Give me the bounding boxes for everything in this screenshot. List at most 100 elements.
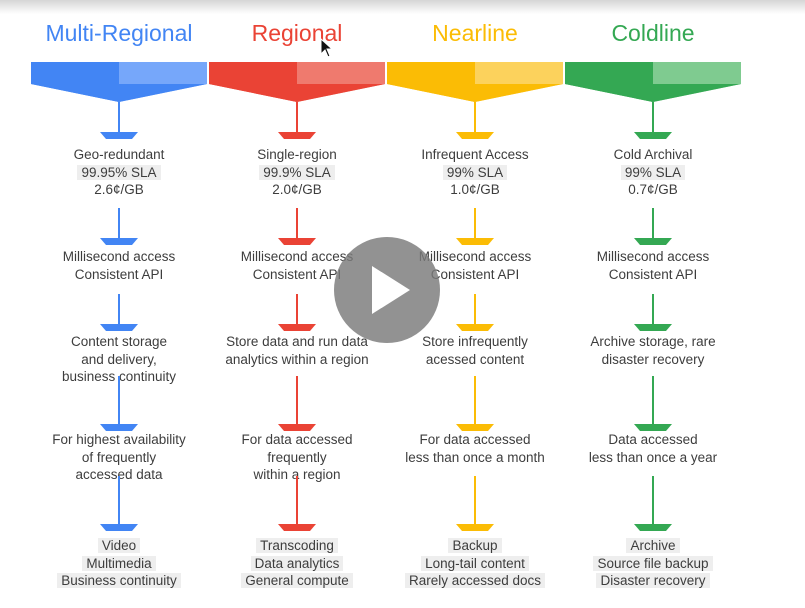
text-line-label: Source file backup bbox=[593, 555, 713, 571]
funnel-stem-bar bbox=[634, 132, 672, 139]
text-line: 99% SLA bbox=[380, 164, 570, 182]
text-line: Data analytics bbox=[202, 555, 392, 573]
text-line-label: Multimedia bbox=[82, 555, 156, 571]
text-line-label: Geo-redundant bbox=[73, 147, 165, 162]
text-line-label: For highest availability bbox=[52, 432, 186, 447]
text-line: Archive storage, rare bbox=[558, 333, 748, 351]
connector-bar bbox=[278, 424, 316, 431]
connector-bar bbox=[100, 324, 138, 331]
connector-bar bbox=[278, 238, 316, 245]
connector-arrow bbox=[100, 476, 138, 531]
column-title: Regional bbox=[251, 20, 343, 46]
play-icon bbox=[372, 266, 410, 314]
text-line-label: 0.7¢/GB bbox=[628, 182, 678, 197]
column-title: Multi-Regional bbox=[45, 20, 193, 46]
text-block-1: Infrequent Access 99% SLA 1.0¢/GB bbox=[380, 146, 570, 199]
text-line: analytics within a region bbox=[202, 351, 392, 369]
text-line-label: Archive bbox=[626, 538, 680, 553]
connector-arrow bbox=[634, 294, 672, 331]
text-line-label: 99% SLA bbox=[620, 164, 686, 180]
text-block-2: Millisecond access Consistent API bbox=[558, 248, 748, 283]
text-line: Consistent API bbox=[558, 266, 748, 284]
text-line-label: Consistent API bbox=[608, 266, 698, 282]
funnel-tip bbox=[31, 84, 207, 102]
text-line-label: Long-tail content bbox=[421, 555, 529, 571]
text-line-label: Millisecond access bbox=[62, 249, 176, 264]
text-block-4: Data accessed less than once a year bbox=[558, 431, 748, 466]
text-line: For highest availability bbox=[24, 431, 214, 449]
text-line-label: Millisecond access bbox=[240, 249, 354, 264]
video-play-button[interactable] bbox=[334, 237, 440, 343]
text-line: Consistent API bbox=[24, 266, 214, 284]
text-line: For data accessed bbox=[202, 431, 392, 449]
column-multi-regional: Multi-Regional Geo-redundant 99.95% SLA 2.6… bbox=[24, 0, 214, 608]
text-line-label: General compute bbox=[241, 573, 353, 588]
text-block-1: Geo-redundant 99.95% SLA 2.6¢/GB bbox=[24, 146, 214, 199]
text-line: Disaster recovery bbox=[558, 572, 748, 590]
text-line-label: 1.0¢/GB bbox=[450, 182, 500, 197]
text-line: Transcoding bbox=[202, 537, 392, 555]
text-line-label: Transcoding bbox=[256, 538, 338, 553]
column-coldline: Coldline Cold Archival 99% SLA 0.7¢/GB Milli… bbox=[558, 0, 748, 608]
connector-arrow bbox=[456, 376, 494, 431]
text-line: General compute bbox=[202, 572, 392, 590]
text-line: less than once a month bbox=[380, 449, 570, 467]
text-line: Content storage bbox=[24, 333, 214, 351]
text-line-label: Video bbox=[97, 538, 141, 553]
funnel-tip bbox=[209, 84, 385, 102]
connector-bar bbox=[634, 238, 672, 245]
text-line: Millisecond access bbox=[24, 248, 214, 266]
text-line: Multimedia bbox=[24, 555, 214, 573]
text-line: Long-tail content bbox=[380, 555, 570, 573]
text-line-label: 99.95% SLA bbox=[77, 164, 161, 180]
text-block-3: Archive storage, rare disaster recovery bbox=[558, 333, 748, 368]
connector-bar bbox=[634, 324, 672, 331]
text-line: 99% SLA bbox=[558, 164, 748, 182]
text-line: Backup bbox=[380, 537, 570, 555]
text-line: frequently bbox=[202, 449, 392, 467]
text-line-label: less than once a month bbox=[405, 449, 545, 465]
text-block-5: Archive Source file backup Disaster recove… bbox=[558, 537, 748, 590]
connector-arrow bbox=[634, 376, 672, 431]
text-block-1: Single-region 99.9% SLA 2.0¢/GB bbox=[202, 146, 392, 199]
funnel-stem-bar bbox=[100, 132, 138, 139]
text-line-label: less than once a year bbox=[588, 449, 718, 465]
text-line-label: of frequently bbox=[81, 449, 157, 465]
text-line: less than once a year bbox=[558, 449, 748, 467]
text-line-label: Data analytics bbox=[250, 555, 344, 571]
connector-arrow bbox=[634, 208, 672, 245]
text-line: 2.0¢/GB bbox=[202, 181, 392, 199]
text-line-label: Data accessed bbox=[608, 432, 698, 447]
text-line-label: For data accessed bbox=[419, 432, 531, 447]
text-line: Cold Archival bbox=[558, 146, 748, 164]
text-line-label: acessed content bbox=[425, 351, 525, 367]
text-block-5: Backup Long-tail content Rarely accessed d… bbox=[380, 537, 570, 590]
text-line: Archive bbox=[558, 537, 748, 555]
text-line-label: Millisecond access bbox=[418, 249, 532, 264]
text-line: Source file backup bbox=[558, 555, 748, 573]
text-line-label: Consistent API bbox=[430, 266, 520, 282]
text-line-label: Content storage bbox=[70, 334, 168, 349]
connector-bar bbox=[100, 238, 138, 245]
funnel-header bbox=[31, 62, 207, 139]
column-title: Nearline bbox=[432, 20, 518, 46]
text-line-label: frequently bbox=[267, 449, 327, 465]
funnel-tip bbox=[565, 84, 741, 102]
connector-bar bbox=[456, 238, 494, 245]
text-line-label: Business continuity bbox=[57, 573, 181, 588]
text-block-1: Cold Archival 99% SLA 0.7¢/GB bbox=[558, 146, 748, 199]
connector-arrow bbox=[100, 208, 138, 245]
text-line-label: Archive storage, rare bbox=[590, 334, 716, 349]
text-block-2: Millisecond access Consistent API bbox=[24, 248, 214, 283]
text-line: Millisecond access bbox=[558, 248, 748, 266]
funnel-tip bbox=[387, 84, 563, 102]
connector-arrow bbox=[100, 376, 138, 431]
text-line-label: Backup bbox=[448, 538, 502, 553]
text-line-label: Cold Archival bbox=[613, 147, 693, 162]
text-line-label: Infrequent Access bbox=[421, 147, 529, 162]
connector-arrow bbox=[100, 294, 138, 331]
text-line: Business continuity bbox=[24, 572, 214, 590]
column-title: Coldline bbox=[611, 20, 695, 46]
text-line: 0.7¢/GB bbox=[558, 181, 748, 199]
text-line-label: Consistent API bbox=[74, 266, 164, 282]
